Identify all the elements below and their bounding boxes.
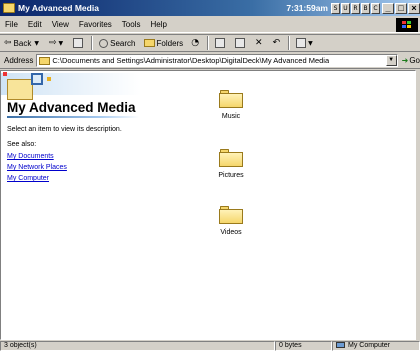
search-label: Search <box>110 38 136 48</box>
vertical-scrollbar[interactable] <box>416 70 420 340</box>
folder-title: My Advanced Media <box>7 100 136 115</box>
status-object-count: 3 object(s) <box>0 341 275 351</box>
menu-help[interactable]: Help <box>145 20 171 29</box>
folder-item-videos[interactable]: Videos <box>201 206 261 236</box>
up-button[interactable] <box>69 38 89 48</box>
mini-button-u[interactable]: U <box>341 2 350 14</box>
folder-app-icon <box>3 3 15 13</box>
menu-view[interactable]: View <box>47 20 74 29</box>
undo-button[interactable]: ↶ <box>269 38 287 48</box>
folder-view[interactable]: My Advanced Media Select an item to view… <box>0 70 416 340</box>
menu-edit[interactable]: Edit <box>23 20 47 29</box>
link-my-computer[interactable]: My Computer <box>7 175 49 182</box>
search-icon <box>99 38 109 48</box>
move-to-button[interactable] <box>211 38 231 48</box>
history-button[interactable]: ◔ <box>187 38 205 48</box>
chevron-down-icon: ▼ <box>58 39 64 47</box>
window-title: My Advanced Media <box>18 3 99 13</box>
move-to-icon <box>215 38 226 48</box>
status-bar: 3 object(s) 0 bytes My Computer <box>0 341 420 351</box>
address-dropdown-button[interactable]: ▼ <box>385 55 397 66</box>
address-field[interactable]: C:\Documents and Settings\Administrator\… <box>36 54 398 67</box>
see-also-label: See also: <box>7 141 37 148</box>
computer-icon <box>336 342 345 349</box>
folder-icon <box>219 206 243 224</box>
folder-icon <box>219 149 243 167</box>
mini-button-b[interactable]: B <box>361 2 370 14</box>
address-bar: Address C:\Documents and Settings\Admini… <box>0 53 420 69</box>
mini-button-s[interactable]: S <box>331 2 340 14</box>
toolbar-separator <box>91 36 94 50</box>
banner-accent <box>3 72 7 76</box>
go-arrow-icon: ➜ <box>401 56 409 65</box>
title-bar[interactable]: My Advanced Media 7:31:59am S U R B C _ … <box>0 0 420 16</box>
search-button[interactable]: Search <box>95 38 139 48</box>
go-label: Go <box>409 56 420 65</box>
folders-label: Folders <box>156 38 184 48</box>
menu-file[interactable]: File <box>0 20 23 29</box>
status-size: 0 bytes <box>275 341 332 351</box>
delete-icon: ✕ <box>255 38 263 48</box>
maximize-button[interactable]: □ <box>395 2 407 14</box>
item-description: Select an item to view its description. <box>7 126 122 133</box>
link-my-network-places[interactable]: My Network Places <box>7 164 67 171</box>
clock-readout: 7:31:59am <box>286 3 328 13</box>
menu-favorites[interactable]: Favorites <box>74 20 117 29</box>
views-icon <box>296 38 307 48</box>
menu-tools[interactable]: Tools <box>117 20 146 29</box>
delete-button[interactable]: ✕ <box>251 38 269 48</box>
undo-icon: ↶ <box>272 38 281 48</box>
history-icon: ◔ <box>191 38 200 48</box>
close-button[interactable]: × <box>408 2 420 14</box>
folder-up-icon <box>73 38 84 48</box>
title-divider <box>7 116 139 118</box>
windows-logo-icon <box>396 18 418 32</box>
chevron-down-icon: ▼ <box>308 39 313 47</box>
copy-to-icon <box>235 38 246 48</box>
folder-icon <box>219 90 243 108</box>
back-button[interactable]: ⇦ Back ▼ <box>0 38 45 48</box>
mini-button-r[interactable]: R <box>351 2 360 14</box>
folders-button[interactable]: Folders <box>140 39 188 48</box>
menu-bar: File Edit View Favorites Tools Help <box>0 17 420 33</box>
forward-arrow-icon: ⇨ <box>48 38 57 48</box>
mini-button-c[interactable]: C <box>371 2 380 14</box>
go-button[interactable]: ➜ Go <box>398 56 420 65</box>
folders-icon <box>143 39 155 47</box>
views-button[interactable]: ▼ <box>292 38 319 48</box>
toolbar: ⇦ Back ▼ ⇨ ▼ Search Folders ◔ ✕ ↶ ▼ <box>0 34 420 52</box>
folder-icon <box>39 56 51 65</box>
banner-accent <box>47 77 51 81</box>
banner-folder-icon <box>7 79 33 100</box>
banner-frame <box>31 73 43 85</box>
chevron-down-icon: ▼ <box>34 39 39 47</box>
folder-label: Videos <box>220 229 242 236</box>
status-zone-label: My Computer <box>348 342 391 349</box>
toolbar-separator <box>288 36 291 50</box>
minimize-button[interactable]: _ <box>382 2 394 14</box>
folder-label: Music <box>221 113 241 120</box>
forward-button[interactable]: ⇨ ▼ <box>45 38 69 48</box>
folder-item-pictures[interactable]: Pictures <box>201 149 261 179</box>
back-arrow-icon: ⇦ <box>4 38 12 48</box>
address-path[interactable]: C:\Documents and Settings\Administrator\… <box>52 56 329 65</box>
address-label: Address <box>4 56 34 65</box>
link-my-documents[interactable]: My Documents <box>7 153 54 160</box>
folder-item-music[interactable]: Music <box>201 90 261 120</box>
copy-to-button[interactable] <box>231 38 251 48</box>
folder-label: Pictures <box>218 172 244 179</box>
toolbar-separator <box>207 36 210 50</box>
back-label: Back <box>13 38 32 48</box>
status-zone: My Computer <box>332 341 420 351</box>
